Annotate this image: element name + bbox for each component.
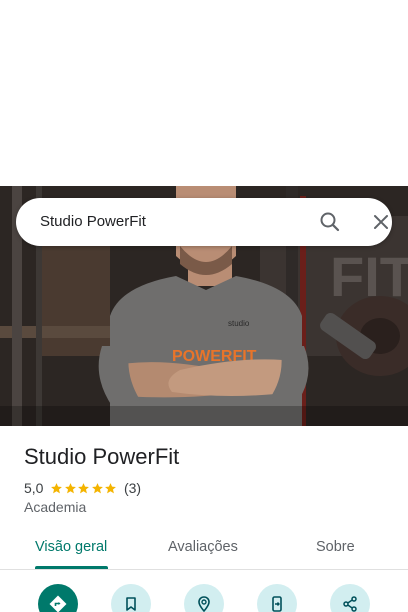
review-count[interactable]: (3) xyxy=(124,480,141,496)
tab-about[interactable]: Sobre xyxy=(316,539,355,555)
tab-overview[interactable]: Visão geral xyxy=(35,539,107,555)
nearby-icon xyxy=(198,596,210,612)
directions-icon xyxy=(49,595,67,612)
share-icon xyxy=(343,596,357,612)
search-bar[interactable]: Studio PowerFit xyxy=(16,198,392,246)
active-tab-indicator xyxy=(35,566,108,569)
star-icon xyxy=(105,482,117,493)
star-icon xyxy=(78,482,90,493)
map-blank-area xyxy=(0,0,408,186)
search-input[interactable]: Studio PowerFit xyxy=(40,213,146,230)
close-icon[interactable] xyxy=(369,210,393,234)
star-icon xyxy=(65,482,76,493)
shirt-logo-small: studio xyxy=(228,319,250,328)
rating-row[interactable]: 5,0 (3) xyxy=(24,479,141,497)
save-button[interactable] xyxy=(111,584,151,612)
share-button[interactable] xyxy=(330,584,370,612)
place-category: Academia xyxy=(24,499,87,515)
search-icon[interactable] xyxy=(318,210,342,234)
nearby-button[interactable] xyxy=(184,584,224,612)
tab-reviews[interactable]: Avaliações xyxy=(168,539,238,555)
star-rating xyxy=(50,482,118,495)
directions-button[interactable] xyxy=(38,584,78,612)
star-icon xyxy=(51,482,63,493)
action-buttons xyxy=(0,584,408,612)
send-to-phone-button[interactable] xyxy=(257,584,297,612)
place-tabs: Visão geral Avaliações Sobre xyxy=(0,528,408,570)
place-title: Studio PowerFit xyxy=(24,444,180,469)
send-to-phone-icon xyxy=(272,596,282,612)
star-icon xyxy=(92,482,103,493)
save-bookmark-icon xyxy=(126,597,136,611)
rating-value: 5,0 xyxy=(24,480,44,496)
